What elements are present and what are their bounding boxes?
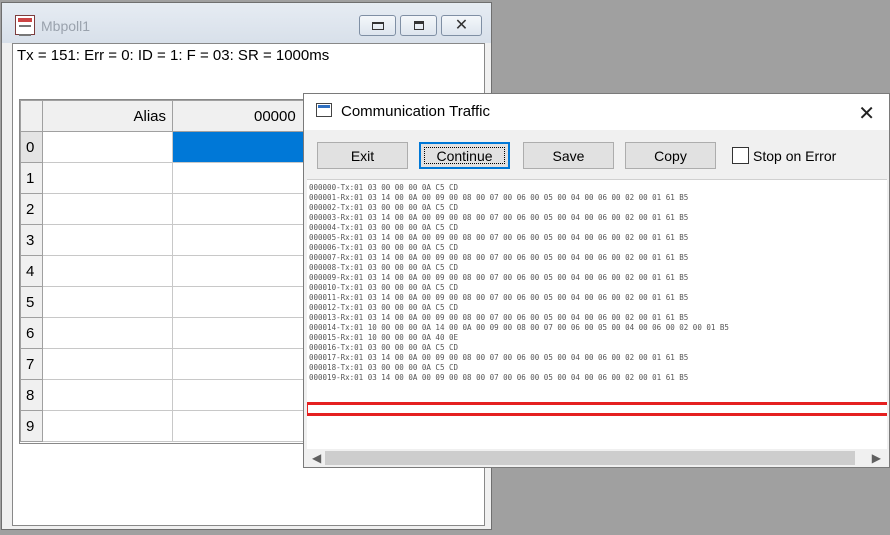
alias-cell[interactable] — [42, 193, 173, 225]
traffic-line: 000005-Rx:01 03 14 00 0A 00 09 00 08 00 … — [309, 233, 689, 242]
row-header[interactable]: 4 — [20, 255, 43, 287]
traffic-log[interactable]: 000000-Tx:01 03 00 00 00 0A C5 CD 000001-… — [307, 179, 887, 467]
traffic-line: 000008-Tx:01 03 00 00 00 0A C5 CD — [309, 263, 459, 272]
alias-cell[interactable] — [42, 410, 173, 442]
scroll-thumb[interactable] — [325, 451, 855, 465]
alias-cell[interactable] — [42, 162, 173, 194]
traffic-line: 000007-Rx:01 03 14 00 0A 00 09 00 08 00 … — [309, 253, 689, 262]
minimize-button[interactable] — [359, 15, 396, 36]
traffic-window-icon — [316, 103, 332, 117]
column-header-alias[interactable]: Alias — [42, 100, 173, 132]
traffic-line: 000001-Rx:01 03 14 00 0A 00 09 00 08 00 … — [309, 193, 689, 202]
traffic-line: 000003-Rx:01 03 14 00 0A 00 09 00 08 00 … — [309, 213, 689, 222]
focus-rect — [424, 147, 505, 164]
traffic-title: Communication Traffic — [341, 103, 490, 120]
traffic-line: 000011-Rx:01 03 14 00 0A 00 09 00 08 00 … — [309, 293, 689, 302]
status-line: Tx = 151: Err = 0: ID = 1: F = 03: SR = … — [17, 47, 330, 64]
alias-cell[interactable] — [42, 317, 173, 349]
alias-cell[interactable] — [42, 131, 173, 163]
traffic-line: 000006-Tx:01 03 00 00 00 0A C5 CD — [309, 243, 459, 252]
exit-button[interactable]: Exit — [317, 142, 408, 169]
mbpoll-titlebar[interactable]: Mbpoll1 ✕ — [2, 3, 491, 43]
row-header[interactable]: 3 — [20, 224, 43, 256]
traffic-line: 000004-Tx:01 03 00 00 00 0A C5 CD — [309, 223, 459, 232]
close-icon: ✕ — [454, 16, 469, 34]
row-header[interactable]: 2 — [20, 193, 43, 225]
alias-cell[interactable] — [42, 224, 173, 256]
traffic-lines: 000000-Tx:01 03 00 00 00 0A C5 CD 000001-… — [309, 183, 729, 383]
maximize-button[interactable] — [400, 15, 437, 36]
traffic-titlebar[interactable]: Communication Traffic ✕ — [304, 94, 889, 130]
alias-cell[interactable] — [42, 379, 173, 411]
traffic-line: 000018-Tx:01 03 00 00 00 0A C5 CD — [309, 363, 459, 372]
traffic-line: 000017-Rx:01 03 14 00 0A 00 09 00 08 00 … — [309, 353, 689, 362]
alias-cell[interactable] — [42, 286, 173, 318]
traffic-line: 000009-Rx:01 03 14 00 0A 00 09 00 08 00 … — [309, 273, 689, 282]
stop-on-error-label[interactable]: Stop on Error — [753, 148, 836, 164]
alias-cell[interactable] — [42, 348, 173, 380]
scroll-left-icon[interactable]: ◀ — [312, 451, 321, 465]
mbpoll-title: Mbpoll1 — [41, 18, 91, 34]
traffic-line: 000014-Tx:01 10 00 00 00 0A 14 00 0A 00 … — [309, 323, 729, 332]
mbpoll-app-icon[interactable] — [15, 15, 35, 36]
scroll-right-icon[interactable]: ▶ — [872, 451, 881, 465]
stop-on-error-checkbox[interactable] — [732, 147, 749, 164]
alias-cell[interactable] — [42, 255, 173, 287]
traffic-line: 000019-Rx:01 03 14 00 0A 00 09 00 08 00 … — [309, 373, 689, 382]
horizontal-scrollbar[interactable]: ◀ ▶ — [307, 449, 887, 467]
row-header[interactable]: 7 — [20, 348, 43, 380]
row-header[interactable]: 1 — [20, 162, 43, 194]
row-header[interactable]: 9 — [20, 410, 43, 442]
minimize-icon — [371, 21, 384, 30]
traffic-line: 000002-Tx:01 03 00 00 00 0A C5 CD — [309, 203, 459, 212]
copy-button[interactable]: Copy — [625, 142, 716, 169]
highlight-box — [307, 402, 887, 416]
grid-corner — [20, 100, 43, 132]
traffic-line: 000010-Tx:01 03 00 00 00 0A C5 CD — [309, 283, 459, 292]
maximize-icon — [413, 21, 424, 30]
row-header[interactable]: 0 — [20, 131, 43, 163]
communication-traffic-dialog: Communication Traffic ✕ Exit Continue Sa… — [303, 93, 890, 468]
traffic-line: 000016-Tx:01 03 00 00 00 0A C5 CD — [309, 343, 459, 352]
row-header[interactable]: 6 — [20, 317, 43, 349]
traffic-line: 000015-Rx:01 10 00 00 00 0A 40 0E — [309, 333, 459, 342]
continue-button[interactable]: Continue — [419, 142, 510, 169]
row-header[interactable]: 8 — [20, 379, 43, 411]
traffic-line: 000000-Tx:01 03 00 00 00 0A C5 CD — [309, 183, 459, 192]
save-button[interactable]: Save — [523, 142, 614, 169]
row-header[interactable]: 5 — [20, 286, 43, 318]
traffic-line: 000012-Tx:01 03 00 00 00 0A C5 CD — [309, 303, 459, 312]
close-button[interactable]: ✕ — [441, 15, 482, 36]
traffic-line: 000013-Rx:01 03 14 00 0A 00 09 00 08 00 … — [309, 313, 689, 322]
traffic-close-icon[interactable]: ✕ — [858, 101, 875, 126]
